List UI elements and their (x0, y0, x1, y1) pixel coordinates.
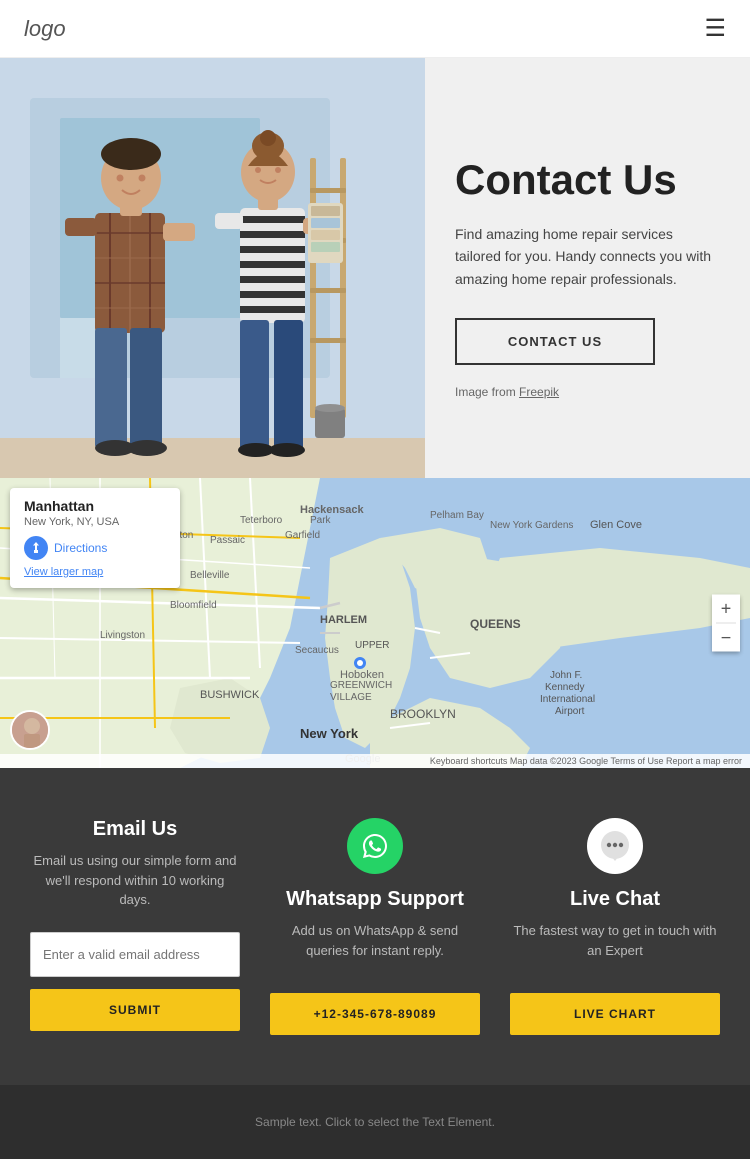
svg-text:VILLAGE: VILLAGE (330, 692, 372, 703)
email-submit-button[interactable]: SUBMIT (30, 989, 240, 1031)
footer-text: Sample text. Click to select the Text El… (20, 1115, 730, 1129)
contact-us-button[interactable]: CONTACT US (455, 318, 655, 365)
whatsapp-col-title: Whatsapp Support (270, 888, 480, 911)
svg-text:Garfield: Garfield (285, 530, 320, 541)
directions-icon (24, 536, 48, 560)
hamburger-icon[interactable]: ☰ (704, 14, 726, 43)
svg-text:BUSHWICK: BUSHWICK (200, 689, 260, 701)
livechat-col-description: The fastest way to get in touch with an … (510, 921, 720, 971)
svg-text:BROOKLYN: BROOKLYN (390, 707, 456, 721)
street-view-thumbnail[interactable] (10, 710, 50, 750)
map-location-name: Manhattan (24, 498, 166, 514)
svg-text:HARLEM: HARLEM (320, 614, 367, 626)
hero-title: Contact Us (455, 157, 720, 203)
svg-text:Teterboro: Teterboro (240, 515, 283, 526)
svg-text:Livingston: Livingston (100, 630, 145, 641)
view-larger-map-link[interactable]: View larger map (24, 566, 166, 578)
image-credit: Image from Freepik (455, 385, 720, 399)
email-col-description: Email us using our simple form and we'll… (30, 851, 240, 910)
svg-text:Glen Cove: Glen Cove (590, 519, 642, 531)
svg-text:QUEENS: QUEENS (470, 617, 521, 631)
svg-text:GREENWICH: GREENWICH (330, 680, 392, 691)
map-info-box: Manhattan New York, NY, USA Directions V… (10, 488, 180, 588)
livechat-button[interactable]: LIVE CHART (510, 993, 720, 1035)
svg-text:Airport: Airport (555, 706, 585, 717)
whatsapp-col-description: Add us on WhatsApp & send queries for in… (270, 921, 480, 971)
zoom-in-button[interactable]: + (712, 595, 740, 623)
whatsapp-col: Whatsapp Support Add us on WhatsApp & se… (260, 818, 490, 1035)
navbar: logo ☰ (0, 0, 750, 58)
svg-text:Passaic: Passaic (210, 535, 245, 546)
email-col-title: Email Us (30, 818, 240, 841)
hero-image (0, 58, 425, 478)
logo: logo (24, 16, 66, 42)
svg-text:New York: New York (300, 726, 359, 741)
svg-text:New York Gardens: New York Gardens (490, 520, 573, 531)
map-section: East Hanover Bloomfield Belleville Livin… (0, 478, 750, 768)
whatsapp-button[interactable]: +12-345-678-89089 (270, 993, 480, 1035)
livechat-col-title: Live Chat (510, 888, 720, 911)
hero-content: Contact Us Find amazing home repair serv… (425, 58, 750, 478)
directions-label[interactable]: Directions (54, 541, 107, 555)
hero-description: Find amazing home repair services tailor… (455, 223, 720, 290)
hero-section: Contact Us Find amazing home repair serv… (0, 58, 750, 478)
svg-text:Secaucus: Secaucus (295, 645, 339, 656)
live-chat-icon (587, 818, 643, 874)
contact-section: Email Us Email us using our simple form … (0, 768, 750, 1085)
svg-text:UPPER: UPPER (355, 640, 389, 651)
whatsapp-icon (347, 818, 403, 874)
svg-text:Bloomfield: Bloomfield (170, 600, 217, 611)
map-attribution: Keyboard shortcuts Map data ©2023 Google… (0, 754, 750, 768)
footer: Sample text. Click to select the Text El… (0, 1085, 750, 1159)
map-location-sub: New York, NY, USA (24, 516, 166, 528)
livechat-col: Live Chat The fastest way to get in touc… (500, 818, 730, 1035)
email-col: Email Us Email us using our simple form … (20, 818, 250, 1031)
zoom-out-button[interactable]: − (712, 624, 740, 652)
email-input[interactable] (30, 932, 240, 977)
map-canvas: East Hanover Bloomfield Belleville Livin… (0, 478, 750, 768)
svg-text:Kennedy: Kennedy (545, 682, 584, 693)
svg-text:Belleville: Belleville (190, 570, 230, 581)
map-zoom-controls: + − (712, 595, 740, 652)
svg-text:John F.: John F. (550, 670, 582, 681)
svg-text:Park: Park (310, 515, 332, 526)
svg-text:International: International (540, 694, 595, 705)
hero-illustration (0, 58, 425, 478)
svg-text:Pelham Bay: Pelham Bay (430, 510, 484, 521)
freepik-link[interactable]: Freepik (519, 385, 559, 399)
map-directions[interactable]: Directions (24, 536, 166, 560)
